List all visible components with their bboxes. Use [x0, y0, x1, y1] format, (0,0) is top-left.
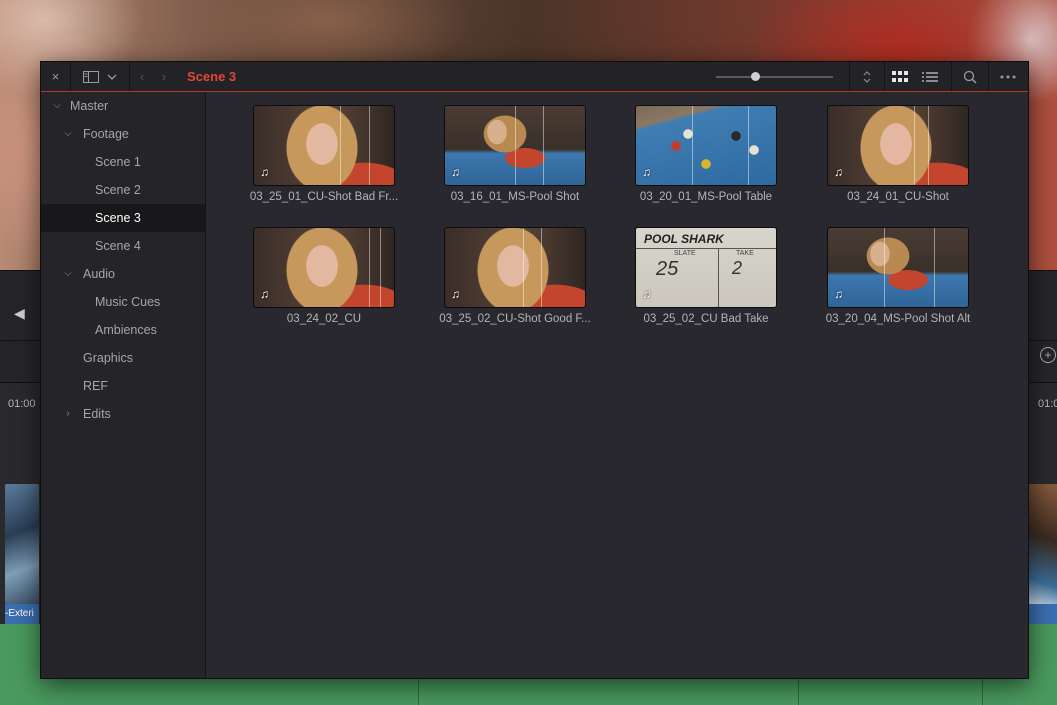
tree-item-graphics[interactable]: Graphics: [41, 344, 205, 372]
clip-thumbnail[interactable]: ♫: [635, 105, 777, 186]
track-divider: [418, 679, 419, 705]
track-divider: [798, 679, 799, 705]
list-view-icon: [922, 71, 938, 82]
clip-thumbnail[interactable]: ♫: [444, 105, 586, 186]
clip-name: 03_25_01_CU-Shot Bad Fr...: [249, 191, 399, 203]
tree-item-edits[interactable]: › Edits: [41, 400, 205, 428]
in-marker: [523, 228, 524, 307]
timeline-clip-right[interactable]: [1028, 484, 1057, 604]
clip-thumbnail[interactable]: ♫: [827, 227, 969, 308]
tree-item-footage[interactable]: ⌵ Footage: [41, 120, 205, 148]
clip-name: 03_20_04_MS-Pool Shot Alt: [825, 313, 971, 325]
clip-thumbnail[interactable]: ♫: [827, 105, 969, 186]
tree-item-ambiences[interactable]: Ambiences: [41, 316, 205, 344]
bin-window: × ‹ › Scene 3 ⌵ Master ⌵ Footage Scene 1…: [40, 61, 1029, 679]
audio-note-icon: ♫: [260, 165, 269, 179]
audio-note-icon: ♫: [642, 165, 651, 179]
audio-note-icon: ♫: [451, 165, 460, 179]
timecode-left: 01:00: [8, 398, 36, 410]
clip-thumbnail[interactable]: ♫: [253, 227, 395, 308]
clip-name: 03_24_02_CU: [286, 313, 362, 325]
track-divider: [982, 679, 983, 705]
clip-thumbnail[interactable]: POOL SHARK SLATE TAKE 25 2 ♫: [635, 227, 777, 308]
zoom-slider[interactable]: [716, 72, 833, 81]
grid-view-icon: [892, 70, 908, 82]
slate-label: SLATE: [674, 250, 696, 257]
in-marker: [692, 106, 693, 185]
sidebar-panel-icon: [83, 70, 99, 83]
tree-item-scene-2[interactable]: Scene 2: [41, 176, 205, 204]
timecode-right: 01:0: [1038, 398, 1057, 410]
audio-note-icon: ♫: [834, 287, 843, 301]
tree-item-scene-1[interactable]: Scene 1: [41, 148, 205, 176]
in-marker: [369, 228, 370, 307]
in-marker: [914, 106, 915, 185]
out-marker: [369, 106, 370, 185]
tree-item-scene-4[interactable]: Scene 4: [41, 232, 205, 260]
slate-rule: [636, 248, 776, 249]
chevron-down-icon[interactable]: ⌵: [62, 120, 74, 148]
slate-scene-number: 25: [656, 258, 679, 280]
chevron-left-icon: ‹: [139, 69, 145, 84]
clip-name: 03_16_01_MS-Pool Shot: [450, 191, 580, 203]
zoom-slider-handle[interactable]: [750, 72, 760, 81]
left-arrow-icon[interactable]: ◀: [14, 305, 25, 322]
close-button[interactable]: ×: [41, 62, 70, 91]
more-icon: [1000, 75, 1016, 78]
out-marker: [380, 228, 381, 307]
out-marker: [748, 106, 749, 185]
audio-note-icon: ♫: [260, 287, 269, 301]
clip-name: 03_20_01_MS-Pool Table: [639, 191, 773, 203]
chevron-down-icon[interactable]: ⌵: [51, 92, 63, 120]
search-button[interactable]: [952, 62, 988, 91]
out-marker: [928, 106, 929, 185]
media-pool-grid: ♫ 03_25_01_CU-Shot Bad Fr... ♫ 03_16_01_…: [206, 92, 1028, 678]
tree-item-ref[interactable]: REF: [41, 372, 205, 400]
clip-thumbnail[interactable]: ♫: [444, 227, 586, 308]
out-marker: [541, 228, 542, 307]
close-icon: ×: [51, 69, 60, 84]
tree-item-audio[interactable]: ⌵ Audio: [41, 260, 205, 288]
sort-button[interactable]: [850, 62, 884, 91]
chevron-right-icon: ›: [161, 69, 167, 84]
chevron-down-icon[interactable]: ⌵: [62, 260, 74, 288]
bin-title: Scene 3: [187, 69, 237, 84]
out-marker: [543, 106, 544, 185]
out-marker: [934, 228, 935, 307]
tree-item-master[interactable]: ⌵ Master: [41, 92, 205, 120]
divider: [129, 62, 130, 91]
list-view-button[interactable]: [915, 62, 945, 91]
bin-tree-sidebar: ⌵ Master ⌵ Footage Scene 1 Scene 2 Scene…: [41, 92, 206, 678]
audio-note-icon: ♫: [834, 165, 843, 179]
sidebar-toggle-button[interactable]: [71, 62, 129, 91]
sort-icon: [863, 70, 871, 83]
forward-button[interactable]: ›: [155, 62, 173, 91]
tree-item-music-cues[interactable]: Music Cues: [41, 288, 205, 316]
thumbnail-view-button[interactable]: [885, 62, 915, 91]
more-options-button[interactable]: [989, 62, 1027, 91]
take-label: TAKE: [736, 250, 754, 257]
chevron-down-icon: [107, 74, 117, 80]
audio-note-icon: ♫: [451, 287, 460, 301]
timeline-clip-label: -Exteri: [5, 604, 39, 624]
in-marker: [884, 228, 885, 307]
clip-name: 03_25_02_CU-Shot Good F...: [439, 313, 591, 325]
slate-rule: [718, 248, 719, 307]
slate-title: POOL SHARK: [644, 232, 724, 246]
in-marker: [515, 106, 516, 185]
timeline-clip-left[interactable]: [5, 484, 39, 604]
back-button[interactable]: ‹: [133, 62, 151, 91]
clip-thumbnail[interactable]: ♫: [253, 105, 395, 186]
clip-name: 03_24_01_CU-Shot: [847, 191, 949, 203]
tree-item-scene-3[interactable]: Scene 3: [41, 204, 205, 232]
in-marker: [340, 106, 341, 185]
slate-take-number: 2: [732, 258, 743, 278]
bin-titlebar: × ‹ › Scene 3: [41, 62, 1028, 92]
add-track-icon[interactable]: +: [1040, 347, 1056, 363]
search-icon: [963, 70, 977, 84]
clip-name: 03_25_02_CU Bad Take: [643, 313, 769, 325]
chevron-right-icon[interactable]: ›: [62, 400, 74, 428]
audio-note-icon: ♫: [642, 287, 651, 301]
timeline-clip-label-right: [1028, 604, 1057, 624]
